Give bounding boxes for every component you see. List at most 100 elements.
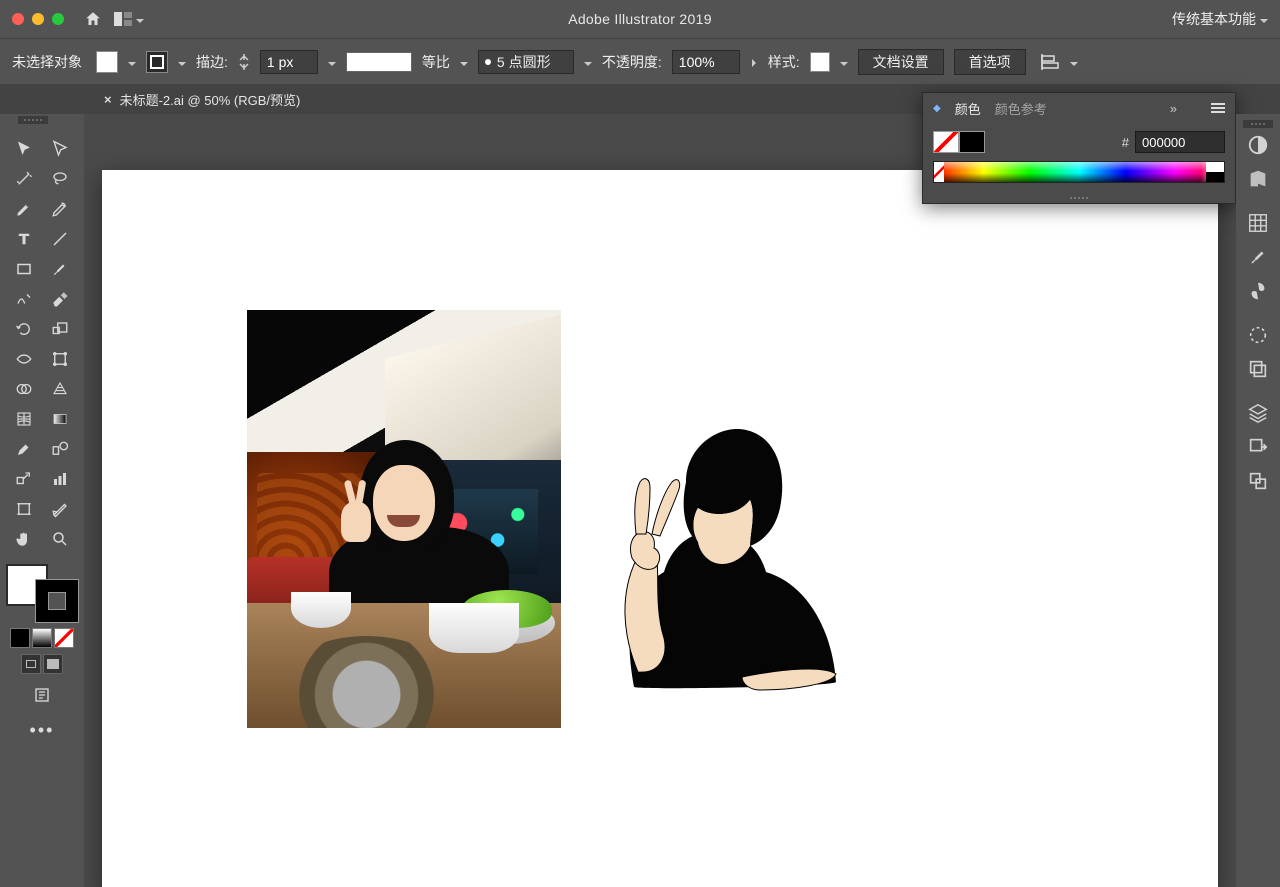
right-panel-dock [1236,114,1280,887]
symbols-panel-button[interactable] [1236,274,1280,308]
line-tool[interactable] [42,224,78,254]
align-icon[interactable] [1040,52,1060,72]
hex-label: # [1122,135,1129,150]
vector-artwork[interactable] [574,422,854,702]
color-mode-gradient[interactable] [32,628,52,648]
shape-builder-tool[interactable] [6,374,42,404]
layers-panel-button[interactable] [1236,396,1280,430]
color-spectrum[interactable] [933,161,1225,183]
panel-grip[interactable] [1243,120,1273,128]
dot-icon [485,59,491,65]
document-tab[interactable]: × 未标题-2.ai @ 50% (RGB/预览) [94,84,310,114]
layout-icon [114,12,132,26]
stroke-width-input[interactable]: 1 px [260,50,318,74]
pen-tool[interactable] [6,194,42,224]
screen-mode-full[interactable] [43,654,63,674]
edit-toolbar-button[interactable] [33,686,51,704]
title-bar: Adobe Illustrator 2019 传统基本功能 [0,0,1280,38]
artboard[interactable] [102,170,1218,887]
shaper-tool[interactable] [6,284,42,314]
gradient-tool[interactable] [42,404,78,434]
symbol-sprayer-tool[interactable] [6,464,42,494]
workspace-switcher[interactable]: 传统基本功能 [1172,9,1268,29]
stroke-indicator[interactable] [36,580,78,622]
hex-input[interactable] [1135,131,1225,153]
screen-mode-row [21,654,63,674]
asset-export-panel-button[interactable] [1236,430,1280,464]
stroke-black-swatch[interactable] [959,131,985,153]
eraser-tool[interactable] [42,284,78,314]
panel-menu-icon[interactable] [1211,102,1225,114]
color-mode-solid[interactable] [10,628,30,648]
free-transform-tool[interactable] [42,344,78,374]
collapse-panel-button[interactable]: » [1170,101,1177,116]
workspace-label: 传统基本功能 [1172,9,1256,29]
magic-wand-tool[interactable] [6,164,42,194]
color-panel-button[interactable] [1236,128,1280,162]
blend-tool[interactable] [42,434,78,464]
width-tool[interactable] [6,344,42,374]
direct-selection-tool[interactable] [42,134,78,164]
arrange-documents-button[interactable] [114,12,144,27]
preferences-button[interactable]: 首选项 [954,49,1026,75]
tools-panel: ••• [0,114,84,887]
stroke-profile-swatch[interactable] [346,52,412,72]
graphic-style-swatch[interactable] [810,52,830,72]
curvature-tool[interactable] [42,194,78,224]
color-guide-tab[interactable]: 颜色参考 [995,99,1047,118]
fill-none-swatch[interactable] [933,131,959,153]
column-graph-tool[interactable] [42,464,78,494]
zoom-tool[interactable] [42,524,78,554]
color-guide-panel-button[interactable] [1236,162,1280,196]
mesh-tool[interactable] [6,404,42,434]
maximize-window-button[interactable] [52,13,64,25]
artboard-tool[interactable] [6,494,42,524]
chevron-down-icon [840,54,848,70]
lasso-tool[interactable] [42,164,78,194]
paintbrush-tool[interactable] [42,254,78,284]
style-label: 样式: [768,52,800,72]
home-button[interactable] [82,8,104,30]
profile-label: 等比 [422,52,450,72]
fill-stroke-indicator[interactable] [6,564,78,622]
color-mode-row [10,628,74,648]
color-tab[interactable]: 颜色 [955,99,981,118]
stroke-label: 描边: [196,52,228,72]
hand-tool[interactable] [6,524,42,554]
document-setup-button[interactable]: 文档设置 [858,49,944,75]
brushes-panel-button[interactable] [1236,240,1280,274]
stroke-swatch[interactable] [146,51,168,73]
screen-mode-normal[interactable] [21,654,41,674]
close-window-button[interactable] [12,13,24,25]
rectangle-tool[interactable] [6,254,42,284]
placed-image[interactable] [247,310,561,728]
type-tool[interactable] [6,224,42,254]
swatches-panel-button[interactable] [1236,206,1280,240]
brush-definition[interactable]: 5 点圆形 [478,50,574,74]
minimize-window-button[interactable] [32,13,44,25]
link-icon[interactable] [238,52,250,72]
transparency-panel-button[interactable] [1236,352,1280,386]
home-icon [84,10,102,28]
scale-tool[interactable] [42,314,78,344]
canvas-area[interactable] [84,114,1236,887]
stroke-panel-button[interactable] [1236,318,1280,352]
fill-swatch[interactable] [96,51,118,73]
slice-tool[interactable] [42,494,78,524]
rotate-tool[interactable] [6,314,42,344]
selection-tool[interactable] [6,134,42,164]
control-bar: 未选择对象 描边: 1 px 等比 5 点圆形 不透明度: 100% 样式: 文… [0,38,1280,84]
selection-status: 未选择对象 [12,52,82,72]
color-mode-none[interactable] [54,628,74,648]
panel-grip[interactable] [18,116,48,124]
artboards-panel-button[interactable] [1236,464,1280,498]
chevron-down-icon [178,54,186,70]
opacity-input[interactable]: 100% [672,50,740,74]
close-tab-button[interactable]: × [104,92,112,107]
chevron-down-icon [1070,54,1078,70]
eyedropper-tool[interactable] [6,434,42,464]
perspective-grid-tool[interactable] [42,374,78,404]
more-tools-button[interactable]: ••• [30,720,55,741]
panel-resize-grip[interactable] [923,193,1235,203]
chevron-down-icon [128,54,136,70]
